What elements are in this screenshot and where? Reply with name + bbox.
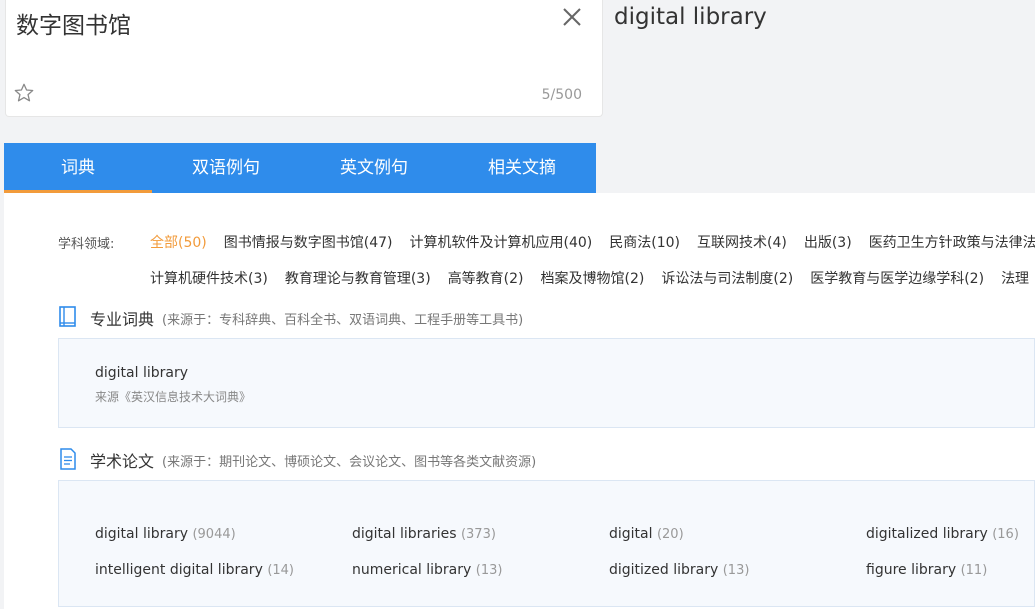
subject-item[interactable]: 档案及博物馆(2) (541, 268, 645, 288)
papers-subtitle: (来源于：期刊论文、博硕论文、会议论文、图书等各类文献资源) (162, 455, 537, 470)
subject-item[interactable]: 法理 (1001, 268, 1029, 288)
tab-english-examples[interactable]: 英文例句 (300, 143, 448, 193)
subject-row-1: 全部(50) 图书情报与数字图书馆(47) 计算机软件及计算机应用(40) 民商法(1… (150, 232, 1035, 252)
subject-label: 学科领域: (58, 237, 115, 252)
dict-source: 来源《英汉信息技术大词典》 (95, 390, 252, 404)
subject-item[interactable]: 民商法(10) (609, 232, 680, 252)
paper-item[interactable]: digital libraries (373) (352, 526, 496, 542)
subject-all[interactable]: 全部(50) (150, 232, 207, 252)
subject-item[interactable]: 出版(3) (804, 232, 852, 252)
target-panel: digital library (604, 0, 1035, 117)
tab-bilingual-examples[interactable]: 双语例句 (152, 143, 300, 193)
subject-item[interactable]: 互联网技术(4) (697, 232, 787, 252)
subject-item[interactable]: 计算机硬件技术(3) (150, 268, 268, 288)
papers-title: 学术论文 (90, 452, 155, 471)
paper-item[interactable]: digitized library (13) (609, 562, 749, 578)
paper-item[interactable]: digitalized library (16) (866, 526, 1019, 542)
subject-row-2: 计算机硬件技术(3) 教育理论与教育管理(3) 高等教育(2) 档案及博物馆(2) 诉讼… (150, 268, 1035, 288)
star-outline-icon[interactable] (13, 82, 35, 104)
pro-dict-header: 专业词典 (来源于：专科辞典、百科全书、双语词典、工程手册等工具书) (58, 306, 1035, 343)
pro-dict-box: digital library 来源《英汉信息技术大词典》 (58, 338, 1035, 428)
source-text[interactable]: 数字图书馆 (16, 6, 131, 40)
pro-dict-title: 专业词典 (90, 310, 155, 329)
papers-box: digital library (9044) digital libraries… (58, 480, 1035, 607)
paper-item[interactable]: digital library (9044) (95, 526, 236, 542)
close-icon[interactable] (559, 4, 585, 30)
dict-term[interactable]: digital library (95, 365, 188, 381)
subject-item[interactable]: 高等教育(2) (448, 268, 524, 288)
subject-item[interactable]: 诉讼法与司法制度(2) (661, 268, 793, 288)
tab-dictionary[interactable]: 词典 (4, 143, 152, 193)
char-counter: 5/500 (541, 87, 582, 103)
paper-item[interactable]: numerical library (13) (352, 562, 502, 578)
pro-dict-subtitle: (来源于：专科辞典、百科全书、双语词典、工程手册等工具书) (162, 313, 524, 328)
paper-item[interactable]: intelligent digital library (14) (95, 562, 294, 578)
subject-item[interactable]: 医药卫生方针政策与法律法 (869, 232, 1035, 252)
document-icon (58, 448, 78, 470)
paper-item[interactable]: figure library (11) (866, 562, 987, 578)
paper-item[interactable]: digital (20) (609, 526, 684, 542)
source-panel[interactable]: 数字图书馆 5/500 (5, 0, 603, 117)
subject-item[interactable]: 教育理论与教育管理(3) (285, 268, 431, 288)
result-tabs: 词典 双语例句 英文例句 相关文摘 (4, 143, 596, 193)
subject-item[interactable]: 图书情报与数字图书馆(47) (224, 232, 393, 252)
tab-related-abstracts[interactable]: 相关文摘 (448, 143, 596, 193)
subject-item[interactable]: 计算机软件及计算机应用(40) (410, 232, 593, 252)
content-area: 学科领域: 全部(50) 图书情报与数字图书馆(47) 计算机软件及计算机应用(40… (4, 193, 1035, 609)
subject-item[interactable]: 医学教育与医学边缘学科(2) (810, 268, 984, 288)
book-icon (58, 306, 78, 328)
target-text: digital library (614, 4, 767, 30)
papers-header: 学术论文 (来源于：期刊论文、博硕论文、会议论文、图书等各类文献资源) (58, 448, 1035, 485)
